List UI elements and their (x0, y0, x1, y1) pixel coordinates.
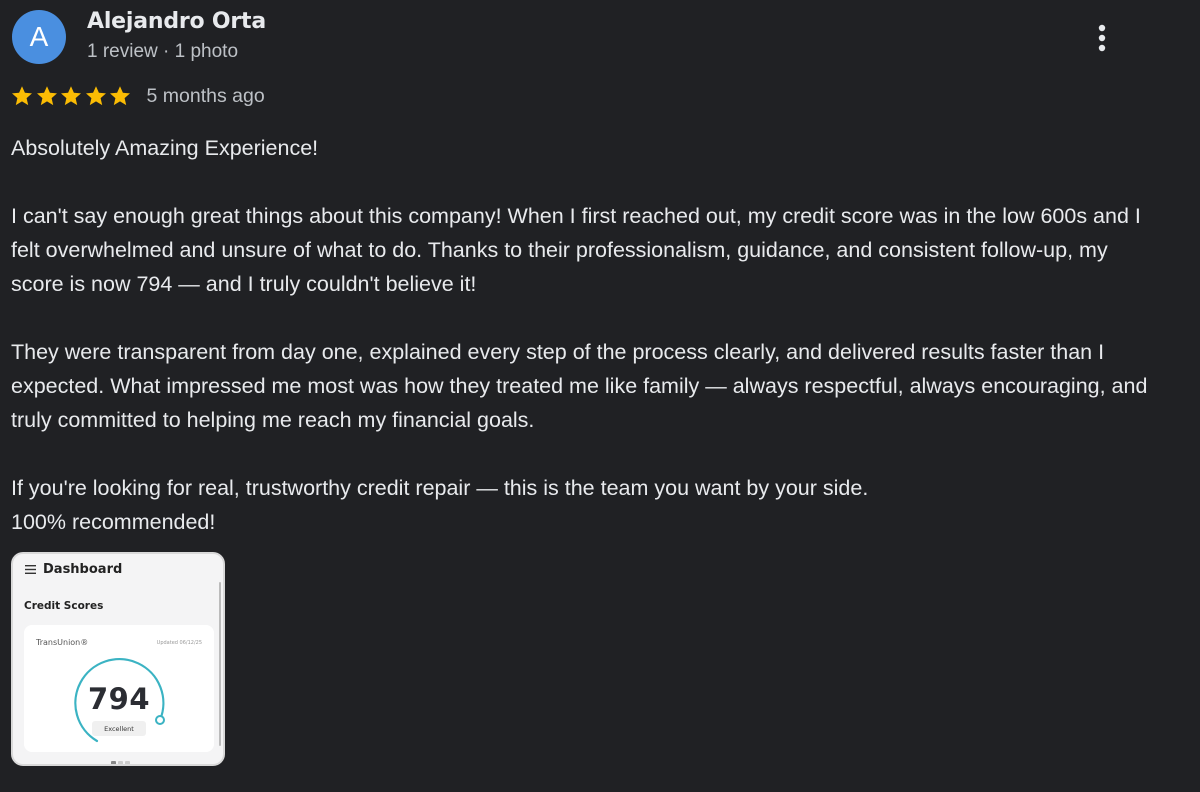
rating-row: 5 months ago (10, 84, 265, 108)
score-card: TransUnion® Updated 06/12/25 794 Excelle… (24, 625, 214, 752)
review-paragraph: I can't say enough great things about th… (11, 204, 1141, 296)
review-paragraph: Absolutely Amazing Experience! (11, 136, 319, 160)
pagination-dot (125, 761, 130, 764)
photo-scrollbar (219, 582, 221, 746)
review-card: A Alejandro Orta 1 review · 1 photo 5 mo… (0, 0, 1200, 792)
star-icon (61, 86, 81, 106)
photo-pagination (111, 761, 132, 764)
credit-score: 794 (87, 682, 151, 716)
review-photo[interactable]: Dashboard Credit Scores TransUnion® Upda… (11, 552, 225, 766)
more-options-button[interactable] (1086, 20, 1118, 56)
pagination-dot (118, 761, 123, 764)
star-icon (36, 86, 57, 106)
review-paragraph: If you're looking for real, trustworthy … (11, 476, 869, 534)
updated-date: Updated 06/12/25 (156, 640, 202, 646)
review-text: Absolutely Amazing Experience! I can't sa… (11, 131, 1151, 539)
avatar[interactable]: A (12, 10, 66, 64)
review-time: 5 months ago (146, 84, 265, 107)
author-meta: 1 review · 1 photo (87, 41, 239, 62)
pagination-dot (111, 761, 116, 764)
photo-header: Dashboard (25, 562, 122, 577)
photo-section-title: Credit Scores (24, 600, 104, 612)
score-label: Excellent (92, 721, 146, 736)
star-rating (10, 84, 133, 108)
menu-icon (25, 565, 36, 574)
star-icon (12, 86, 32, 106)
star-icon (110, 86, 130, 106)
author-name[interactable]: Alejandro Orta (87, 9, 266, 34)
photo-header-title: Dashboard (43, 562, 123, 577)
review-paragraph: They were transparent from day one, expl… (11, 340, 1148, 432)
star-icon (85, 86, 106, 106)
more-vert-icon (1098, 24, 1106, 52)
bureau-name: TransUnion® (36, 638, 89, 647)
